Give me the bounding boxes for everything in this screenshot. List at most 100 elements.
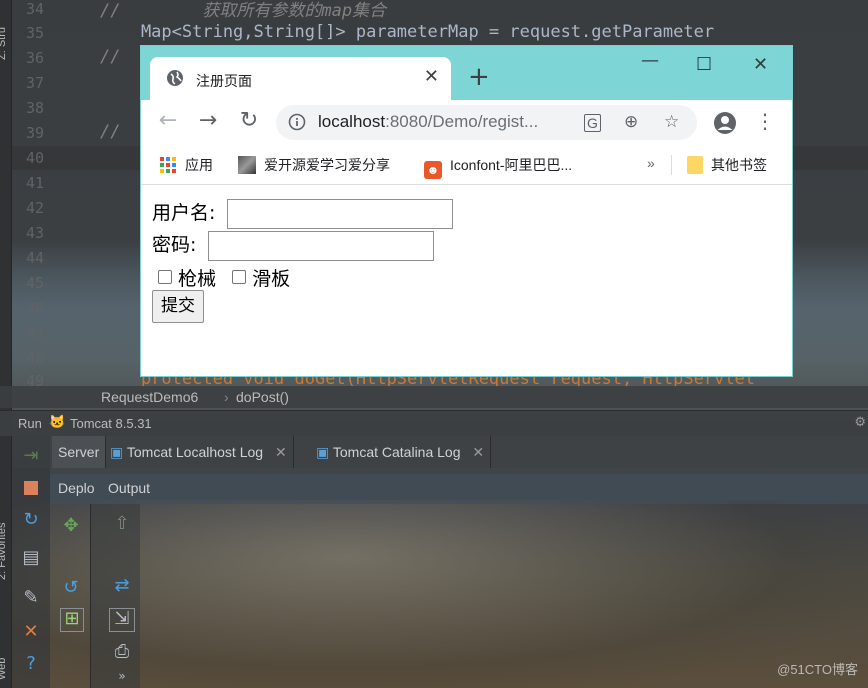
browser-titlebar[interactable]: 注册页面 ✕ + — ☐ ✕	[141, 46, 792, 100]
tab-tomcat-localhost-log[interactable]: ▣ Tomcat Localhost Log ✕	[104, 436, 294, 468]
pin-icon[interactable]: ✎	[20, 588, 42, 608]
tab-server[interactable]: Server	[52, 436, 107, 468]
stop-icon[interactable]	[20, 478, 42, 498]
bookmark-site[interactable]: 爱开源爱学习爱分享	[238, 155, 390, 175]
globe-icon	[167, 70, 183, 86]
line-number: 41	[25, 174, 44, 192]
code-line[interactable]: Map<String,String[]> parameterMap = requ…	[100, 22, 714, 42]
bookmark-star-icon[interactable]: ☆	[664, 112, 679, 132]
line-number: 45	[25, 274, 44, 292]
tab-label: Tomcat Catalina Log	[332, 444, 461, 460]
run-label: Run	[18, 416, 42, 431]
bookmark-label: 其他书签	[711, 157, 767, 173]
checkbox-skateboard[interactable]	[232, 270, 247, 284]
left-tool-strip: Z: Stru 2: Favorites Web	[0, 0, 12, 688]
url-path: :8080/Demo/regist...	[385, 112, 539, 131]
site-favicon	[238, 156, 256, 174]
breadcrumb-method[interactable]: doPost()	[236, 389, 289, 405]
password-label: 密码:	[152, 234, 197, 256]
run-config-name[interactable]: Tomcat 8.5.31	[70, 416, 152, 431]
run-tabs: Server ▣ Tomcat Localhost Log ✕ ▣ Tomcat…	[12, 436, 868, 468]
web-tool-label[interactable]: Web	[0, 658, 8, 680]
code-line[interactable]: // 获取所有参数的map集合	[100, 0, 386, 21]
tab-output[interactable]: Output	[108, 480, 150, 496]
username-row: 用户名:	[152, 198, 454, 229]
favorites-tool-label[interactable]: 2: Favorites	[0, 523, 8, 580]
info-icon[interactable]	[288, 113, 306, 131]
line-number: 44	[25, 249, 44, 267]
run-tool-bar: Run 🐱 Tomcat 8.5.31 ⚙	[0, 410, 868, 436]
minimize-icon[interactable]: —	[641, 50, 659, 71]
line-number: 34	[25, 0, 44, 18]
new-tab-button[interactable]: +	[468, 64, 490, 90]
server-sub-tabs: Deplo Output	[50, 474, 868, 504]
run-tool-column: ⇥ ↻ ▤ ✎ ✕ ? ↺ ⊞ ✥	[12, 436, 84, 688]
submit-button[interactable]: 提交	[152, 290, 204, 323]
username-input[interactable]	[227, 198, 454, 229]
bookmarks-divider	[671, 155, 672, 175]
apps-grid-icon	[160, 157, 176, 173]
line-number: 37	[25, 74, 44, 92]
bookmarks-bar: 应用 爱开源爱学习爱分享 ☻ Iconfont-阿里巴巴... » 其他书签	[141, 146, 792, 185]
code-line[interactable]: //	[100, 47, 120, 67]
tab-title: 注册页面	[196, 73, 252, 89]
close-tab-icon[interactable]: ✕	[424, 66, 439, 87]
layout-icon[interactable]: ▤	[20, 548, 42, 568]
bookmark-label: 爱开源爱学习爱分享	[264, 157, 390, 173]
bookmark-apps[interactable]: 应用	[159, 155, 213, 175]
move-icon[interactable]: ✥	[60, 516, 82, 536]
tab-tomcat-catalina-log[interactable]: ▣ Tomcat Catalina Log ✕	[310, 436, 492, 468]
password-input[interactable]	[208, 230, 435, 261]
line-number: 46	[25, 299, 44, 317]
line-number: 39	[25, 124, 44, 142]
more-icon[interactable]: »	[111, 666, 133, 686]
close-icon[interactable]: ✕	[20, 622, 42, 642]
forward-icon[interactable]: →	[195, 110, 221, 132]
breadcrumb-separator: ›	[224, 389, 229, 405]
menu-icon[interactable]: ⋮	[752, 110, 778, 132]
close-tab-icon[interactable]: ✕	[472, 444, 484, 460]
checkbox-guns[interactable]	[158, 270, 172, 284]
maximize-icon[interactable]: ☐	[696, 54, 712, 75]
translate-icon[interactable]: G	[584, 114, 601, 132]
reload-icon[interactable]: ↻	[236, 110, 262, 132]
settings-gear-icon[interactable]: ⚙	[854, 414, 866, 430]
more-bookmarks-button[interactable]: »	[647, 155, 655, 171]
bookmark-label: 应用	[185, 157, 213, 173]
line-number: 35	[25, 24, 44, 42]
line-number: 43	[25, 224, 44, 242]
breadcrumb-class[interactable]: RequestDemo6	[101, 389, 198, 405]
browser-window: 注册页面 ✕ + — ☐ ✕ ← → ↻ localhost:8080/Demo…	[141, 46, 792, 376]
tomcat-icon: 🐱	[49, 414, 66, 429]
zoom-icon[interactable]: ⊕	[624, 112, 638, 132]
export-icon[interactable]: ⇲	[109, 608, 135, 632]
bookmark-other[interactable]: 其他书签	[687, 155, 767, 175]
deploy-icon[interactable]: ⊞	[60, 608, 84, 632]
hobby-row: 枪械 滑板	[158, 264, 290, 291]
refresh-icon[interactable]: ↺	[60, 578, 82, 598]
line-number: 36	[25, 49, 44, 67]
code-line[interactable]: //	[100, 122, 120, 142]
address-bar[interactable]: localhost:8080/Demo/regist... G ⊕ ☆	[276, 105, 697, 140]
update-icon[interactable]: ↻	[20, 510, 42, 530]
checkbox-skateboard-label: 滑板	[252, 268, 291, 290]
help-icon[interactable]: ?	[20, 654, 42, 674]
username-label: 用户名:	[152, 202, 216, 224]
bookmark-iconfont[interactable]: ☻ Iconfont-阿里巴巴...	[424, 155, 572, 179]
profile-icon[interactable]	[713, 111, 737, 135]
close-tab-icon[interactable]: ✕	[275, 444, 287, 460]
folder-icon	[687, 156, 703, 174]
sort-icon[interactable]: ⇄	[111, 576, 133, 596]
up-arrow-icon[interactable]: ⇧	[111, 514, 133, 534]
page-content: 用户名: 密码: 枪械 滑板 提交	[141, 186, 792, 376]
structure-tool-label[interactable]: Z: Stru	[0, 27, 8, 60]
line-number: 48	[25, 349, 44, 367]
line-number: 40	[25, 149, 44, 167]
tab-deployment[interactable]: Deplo	[58, 480, 95, 496]
close-window-icon[interactable]: ✕	[753, 54, 768, 75]
log-icon: ▣	[110, 444, 124, 460]
browser-tab[interactable]: 注册页面 ✕	[150, 57, 451, 100]
back-icon[interactable]: ←	[155, 110, 181, 132]
deploy-tool-column: ⇧ ⇄ ⇲ ⎙ »	[90, 504, 140, 688]
print-icon[interactable]: ⎙	[111, 642, 133, 662]
